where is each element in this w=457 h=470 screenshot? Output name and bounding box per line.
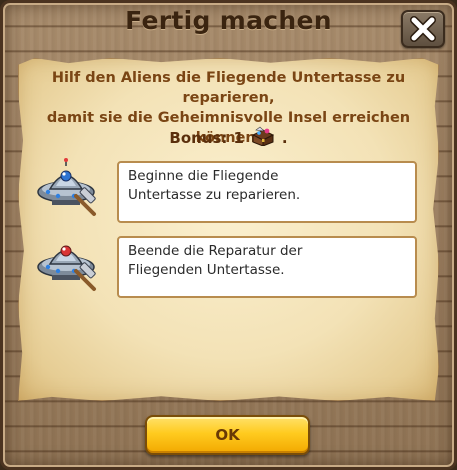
dialog-title: Fertig machen [125,6,332,35]
ufo-hammer-icon [34,156,104,218]
task-line: Beginne die Fliegende [128,168,279,184]
task-2-text: Beende die Reparatur der Fliegenden Unte… [117,236,417,298]
task-line: Untertasse zu reparieren. [128,187,301,203]
treasure-chest-icon [250,126,276,150]
ufo-hammer-icon [34,231,104,293]
bonus-suffix: . [281,129,288,147]
bonus-row: Bonus: 1 . [0,126,457,150]
task-1-text: Beginne die Fliegende Untertasse zu repa… [117,161,417,223]
bonus-label: Bonus: [169,129,228,147]
close-button[interactable] [401,10,445,48]
description-line: Hilf den Aliens die Fliegende Untertasse… [51,70,406,106]
ok-button[interactable]: OK [145,415,310,455]
task-line: Fliegenden Untertasse. [128,262,285,278]
task-line: Beende die Reparatur der [128,243,303,259]
close-x-icon [410,16,436,42]
bonus-amount: 1 [233,129,244,147]
